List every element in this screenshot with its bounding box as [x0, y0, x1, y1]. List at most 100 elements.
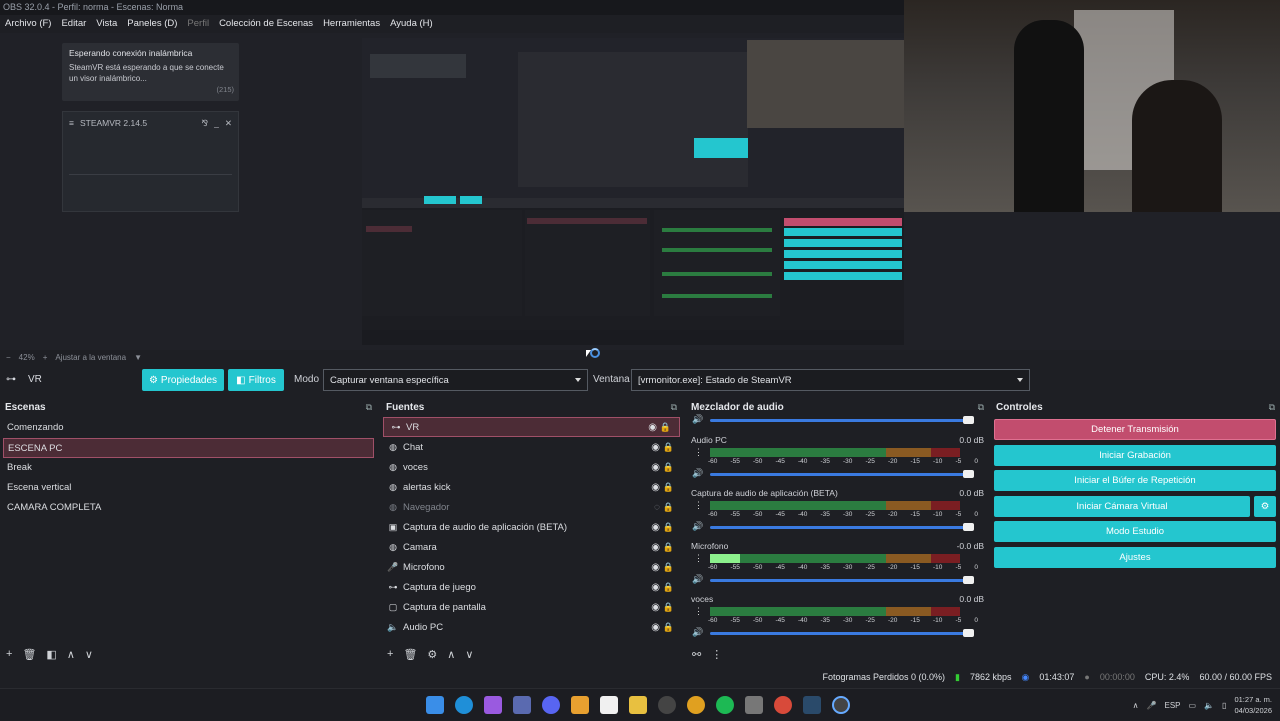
more-icon[interactable]: ⋮	[694, 606, 703, 617]
trash-icon[interactable]: 🗑	[403, 648, 417, 661]
zoom-out-icon[interactable]: −	[6, 353, 11, 362]
file-icon[interactable]	[600, 696, 618, 714]
slider-knob[interactable]	[963, 470, 974, 478]
volume-icon[interactable]: 🔈	[1204, 701, 1214, 710]
menu-paneles[interactable]: Paneles (D)	[127, 15, 177, 33]
filters-button[interactable]: ◧ Filtros	[228, 369, 284, 391]
slider-knob[interactable]	[963, 576, 974, 584]
trash-icon[interactable]: 🗑	[22, 648, 36, 661]
mode-select[interactable]: Capturar ventana específica	[323, 369, 588, 391]
source-item[interactable]: ◍ Camara ◉ 🔒	[381, 537, 682, 557]
obs-alt-icon[interactable]	[658, 696, 676, 714]
volume-slider[interactable]	[710, 416, 974, 424]
folder-icon[interactable]	[629, 696, 647, 714]
source-item[interactable]: ◍ voces ◉ 🔒	[381, 457, 682, 477]
settings-icon[interactable]	[745, 696, 763, 714]
lock-icon[interactable]: 🔒	[663, 622, 674, 633]
close-icon[interactable]: ✕	[225, 118, 232, 129]
battery-icon[interactable]: ▯	[1222, 701, 1226, 710]
network-icon[interactable]: ▭	[1189, 701, 1197, 710]
scene-item[interactable]: Escena vertical	[0, 478, 377, 498]
slider-knob[interactable]	[963, 629, 974, 637]
add-icon[interactable]: +	[387, 648, 393, 661]
source-item[interactable]: ⊶ Captura de juego ◉ 🔒	[381, 577, 682, 597]
lock-icon[interactable]: 🔒	[660, 422, 671, 433]
eye-off-icon[interactable]: ◌	[654, 502, 660, 513]
source-item-hidden[interactable]: ◍ Navegador ◌ 🔒	[381, 497, 682, 517]
volume-icon[interactable]: 🔊	[692, 414, 703, 425]
obs-icon[interactable]	[832, 696, 850, 714]
spotify-icon[interactable]	[716, 696, 734, 714]
volume-icon[interactable]: 🔊	[692, 627, 703, 638]
undock-icon[interactable]: ⧉	[366, 402, 372, 413]
clock[interactable]: 01:27 a. m. 04/03/2026	[1234, 694, 1272, 716]
start-replay-buffer-button[interactable]: Iniciar el Búfer de Repetición	[994, 470, 1276, 491]
eye-icon[interactable]: ◉	[651, 522, 660, 533]
source-item[interactable]: ◍ Chat ◉ 🔒	[381, 437, 682, 457]
eye-icon[interactable]: ◉	[651, 622, 660, 633]
filters-icon[interactable]: ◧	[46, 648, 56, 661]
menu-editar[interactable]: Editar	[61, 15, 86, 33]
menu-archivo[interactable]: Archivo (F)	[5, 15, 51, 33]
discord-icon[interactable]	[542, 696, 560, 714]
more-icon[interactable]: ⋮	[711, 648, 722, 661]
more-icon[interactable]: ⋮	[694, 553, 703, 564]
edge-icon[interactable]	[455, 696, 473, 714]
properties-button[interactable]: ⚙ Propiedades	[142, 369, 224, 391]
source-item[interactable]: ▢ Captura de pantalla ◉ 🔒	[381, 597, 682, 617]
lock-icon[interactable]: 🔒	[663, 522, 674, 533]
chrome-alt-icon[interactable]	[774, 696, 792, 714]
scene-item[interactable]: Break	[0, 458, 377, 478]
arrow-up-icon[interactable]: ∧	[67, 648, 75, 661]
menu-herramientas[interactable]: Herramientas	[323, 15, 380, 33]
link-icon[interactable]: ⚯	[692, 648, 701, 661]
lock-icon[interactable]: 🔒	[663, 462, 674, 473]
pin-icon[interactable]: ⅋	[202, 118, 209, 129]
volume-slider[interactable]	[710, 576, 974, 584]
eye-icon[interactable]: ◉	[651, 562, 660, 573]
volume-slider[interactable]	[710, 470, 974, 478]
lock-icon[interactable]: 🔒	[663, 562, 674, 573]
fit-window-label[interactable]: Ajustar a la ventana	[55, 353, 126, 362]
lock-icon[interactable]: 🔒	[663, 602, 674, 613]
eye-icon[interactable]: ◉	[648, 422, 657, 433]
chevron-down-icon[interactable]: ▼	[134, 353, 142, 362]
arrow-down-icon[interactable]: ∨	[85, 648, 93, 661]
source-item[interactable]: 🎤 Microfono ◉ 🔒	[381, 557, 682, 577]
eye-icon[interactable]: ◉	[651, 442, 660, 453]
scene-item-selected[interactable]: ESCENA PC	[3, 438, 374, 458]
lock-icon[interactable]: 🔒	[663, 582, 674, 593]
windows-start-icon[interactable]	[426, 696, 444, 714]
slider-knob[interactable]	[963, 416, 974, 424]
copilot-icon[interactable]	[484, 696, 502, 714]
lock-icon[interactable]: 🔒	[663, 442, 674, 453]
hamburger-icon[interactable]: ≡	[69, 118, 74, 128]
lock-icon[interactable]: 🔒	[663, 542, 674, 553]
source-item[interactable]: ▣ Captura de audio de aplicación (BETA) ◉ 🔒	[381, 517, 682, 537]
undock-icon[interactable]: ⧉	[671, 402, 677, 413]
eye-icon[interactable]: ◉	[651, 582, 660, 593]
language-indicator[interactable]: ESP	[1165, 701, 1181, 710]
lock-icon[interactable]: 🔒	[663, 482, 674, 493]
arrow-down-icon[interactable]: ∨	[465, 648, 473, 661]
start-virtual-camera-button[interactable]: Iniciar Cámara Virtual	[994, 495, 1250, 517]
source-item[interactable]: ◍ alertas kick ◉ 🔒	[381, 477, 682, 497]
menu-coleccion[interactable]: Colección de Escenas	[219, 15, 313, 33]
minimize-icon[interactable]: _	[214, 118, 219, 128]
eye-icon[interactable]: ◉	[651, 462, 660, 473]
studio-mode-button[interactable]: Modo Estudio	[994, 521, 1276, 542]
source-item-selected[interactable]: ⊶ VR ◉ 🔒	[383, 417, 680, 437]
menu-vista[interactable]: Vista	[96, 15, 117, 33]
volume-slider[interactable]	[710, 629, 974, 637]
steam-icon[interactable]	[803, 696, 821, 714]
volume-icon[interactable]: 🔊	[692, 468, 703, 479]
settings-button[interactable]: Ajustes	[994, 546, 1276, 568]
volume-slider[interactable]	[710, 523, 974, 531]
arrow-up-icon[interactable]: ∧	[447, 648, 455, 661]
chrome-icon[interactable]	[687, 696, 705, 714]
source-item[interactable]: 🔈 Audio PC ◉ 🔒	[381, 617, 682, 637]
scene-item[interactable]: Comenzando	[0, 418, 377, 438]
menu-perfil[interactable]: Perfil	[187, 15, 209, 33]
lock-icon[interactable]: 🔒	[663, 502, 674, 513]
chevron-up-icon[interactable]: ∧	[1133, 701, 1139, 710]
